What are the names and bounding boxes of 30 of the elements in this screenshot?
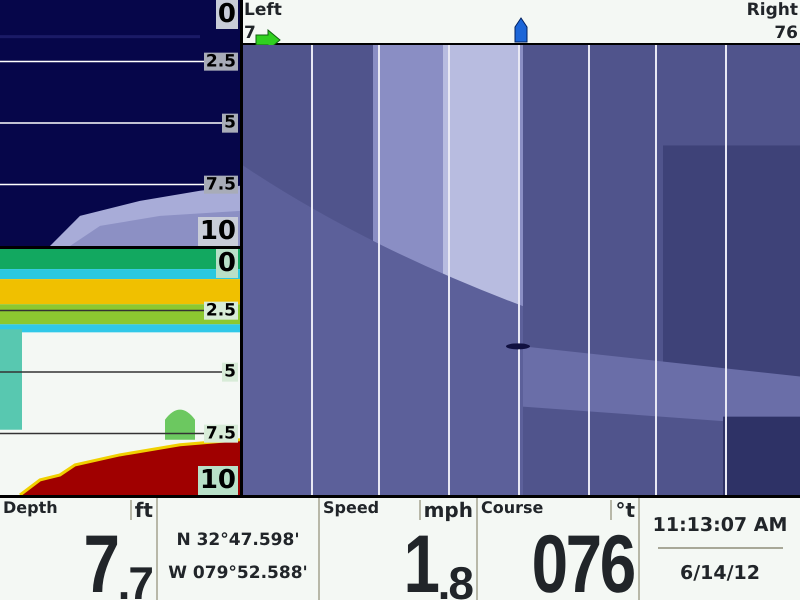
readout-value: 7 [84,524,118,600]
readout-decimal: .8 [438,560,472,600]
coordinate-text: N 32°47.598' [176,528,300,552]
depth-scale-label: 2.5 [204,52,238,71]
right-label: Right [746,2,798,19]
depth-scale-label: 7.5 [204,424,238,443]
depth-scale-label: 10 [198,217,238,246]
readout-decimal: .7 [118,560,152,600]
unit-label: °t [610,500,635,520]
readout-label: Depth [3,500,58,516]
readout-value: 1 [404,524,438,600]
unit-label: mph [418,500,473,520]
left-label: Left [244,2,282,19]
coordinate-text: W 079°52.588' [168,562,308,585]
depth-scale-label: 5 [222,114,238,132]
readout-label: Course [481,500,544,516]
depth-scale-label: 2.5 [204,301,238,320]
readout-value: 076 [532,524,634,600]
unit-label: ft [130,500,153,520]
date-text: 6/14/12 [680,561,760,586]
depth-scale-label: 7.5 [204,175,238,194]
range-value: 76 [774,25,798,42]
boat-icon [513,17,529,43]
readout-label: Speed [323,500,380,516]
range-value: 7 [244,25,256,42]
depth-scale-label: 10 [198,466,238,495]
depth-scale-label: 0 [216,249,238,278]
time-text: 11:13:07 AM [652,512,788,538]
depth-scale-label: 5 [222,362,238,382]
depth-scale-label: 0 [216,0,238,29]
